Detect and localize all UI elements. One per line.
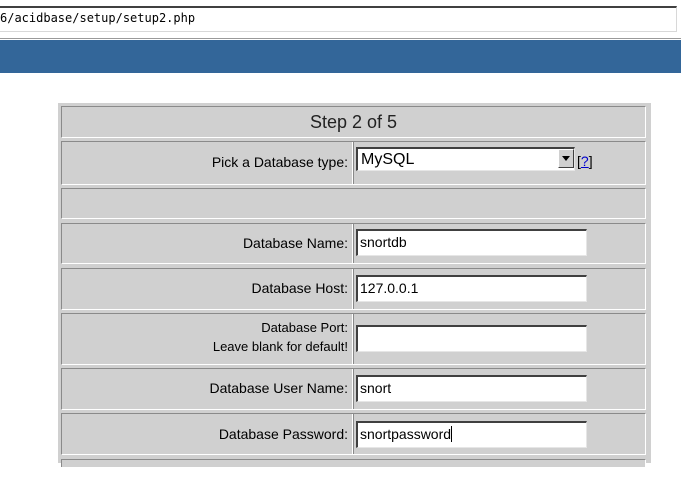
db-pass-row: Database Password: snortpassword [61,413,646,455]
footer-row [61,459,646,467]
step-row: Step 2 of 5 [61,106,646,138]
db-pass-value: snortpassword [360,426,452,442]
help-link-container: [?] [577,153,593,169]
db-user-input[interactable]: snort [356,375,587,402]
step-title: Step 2 of 5 [309,112,398,132]
db-type-value: MySQL [361,151,415,168]
db-user-label: Database User Name: [209,380,348,396]
db-type-label: Pick a Database type: [211,154,348,170]
db-pass-input[interactable]: snortpassword [356,421,587,448]
spacer-row [61,188,646,219]
db-pass-label: Database Password: [218,426,348,442]
db-name-row: Database Name: snortdb [61,223,646,264]
db-host-label: Database Host: [251,280,349,296]
db-host-row: Database Host: 127.0.0.1 [61,268,646,310]
db-host-input[interactable]: 127.0.0.1 [356,275,587,302]
setup-form: Step 2 of 5 Pick a Database type: MySQL … [57,102,651,467]
db-type-row: Pick a Database type: MySQL [?] [61,141,646,185]
url-text: 6/acidbase/setup/setup2.php [0,11,196,25]
db-port-input[interactable] [356,325,587,352]
db-name-label: Database Name: [242,235,348,251]
db-port-label: Database Port: [261,320,348,335]
text-caret [451,426,453,442]
db-port-hint: Leave blank for default! [212,339,348,354]
chevron-down-icon[interactable] [558,149,574,168]
url-field[interactable]: 6/acidbase/setup/setup2.php [0,6,677,32]
db-user-row: Database User Name: snort [61,368,646,410]
db-port-row: Database Port: Leave blank for default! [61,313,646,365]
db-name-input[interactable]: snortdb [356,229,587,256]
header-bar [0,40,681,73]
db-type-select[interactable]: MySQL [356,147,575,171]
browser-address-bar: 6/acidbase/setup/setup2.php [0,0,681,39]
help-link[interactable]: ? [581,153,589,169]
